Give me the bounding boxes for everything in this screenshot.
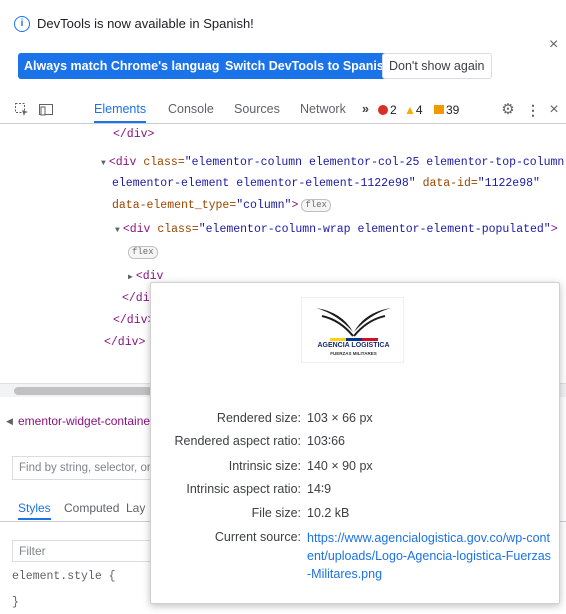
logo-subtext: FUERZAS MILITARES [330,351,377,356]
element-style-rule[interactable]: element.style { [12,570,116,583]
tag-close: > [291,199,299,212]
breadcrumb-item[interactable]: ementor-widget-containe [18,410,150,432]
inspect-element-icon[interactable] [14,102,30,118]
row-key: Rendered aspect ratio: [174,434,301,448]
attr-value: "elementor-column elementor-col-25 eleme… [184,156,565,169]
row-key: Rendered size: [216,411,301,425]
attr-name: class= [143,156,185,169]
attr-value: "column" [236,199,292,212]
warning-count-badge[interactable]: ▲4 [404,102,423,118]
switch-to-spanish-button[interactable]: Switch DevTools to Spanish [219,53,398,79]
info-icon: i [14,16,30,32]
row-value: 103∶66 [307,434,346,448]
flex-badge[interactable]: flex [301,199,331,212]
devtools-toolbar: Elements Console Sources Network » 2 ▲4 … [0,96,566,124]
row-value: 103 × 66 px [307,411,373,425]
dont-show-again-button[interactable]: Don't show again [382,53,492,79]
image-preview-tooltip: AGENCIA LOGISTICA FUERZAS MILITARES Rend… [150,282,560,604]
tag-close: > [550,223,558,236]
close-devtools-icon[interactable]: × [546,102,562,118]
closing-div-tag: </div> [104,336,146,349]
attr-name: class= [157,223,199,236]
error-count-badge[interactable]: 2 [378,102,397,118]
attr-value: "elementor-column-wrap elementor-element… [198,223,551,236]
attr-name: data-id= [422,177,478,190]
language-notification-bar: i DevTools is now available in Spanish! … [0,0,566,88]
scroll-left-icon[interactable]: ◀ [6,410,13,432]
warning-icon: ▲ [404,103,416,117]
div-open-tag: <div [108,156,137,169]
source-line: https://www.agencialogistica.gov.co/wp-c… [307,531,550,545]
row-key: Current source: [214,530,301,544]
element-style-close: } [12,596,19,609]
error-icon [378,105,388,115]
device-toolbar-icon[interactable] [38,102,54,118]
always-match-language-button[interactable]: Always match Chrome's language [18,53,233,79]
expand-triangle-icon[interactable]: ▼ [101,159,106,168]
logo-text: AGENCIA LOGISTICA [317,342,390,349]
wings-logo-icon [316,308,391,341]
row-value: 10.2 kB [307,506,350,520]
closing-div-tag: </div> [113,128,155,141]
logo-preview-image: AGENCIA LOGISTICA FUERZAS MILITARES [301,297,404,363]
image-source-link[interactable]: https://www.agencialogistica.gov.co/wp-c… [307,529,557,583]
issues-count-badge[interactable]: 39 [434,102,459,118]
row-key: Intrinsic aspect ratio: [186,482,301,496]
row-value: 140 × 90 px [307,459,373,473]
closing-div-tag: </div> [113,314,155,327]
tab-sources[interactable]: Sources [234,96,280,123]
source-line: ent/uploads/Logo-Agencia-logistica-Fuerz… [307,549,551,563]
tab-layout[interactable]: Lay [126,501,145,515]
issues-count: 39 [446,103,460,117]
source-line: -Militares.png [307,567,383,581]
div-open-tag: <div [122,223,151,236]
tab-styles[interactable]: Styles [18,501,51,520]
flex-badge[interactable]: flex [128,246,158,259]
attr-value: elementor-element elementor-element-1122… [112,177,416,190]
expand-triangle-icon[interactable]: ▼ [115,226,120,235]
warning-count: 4 [415,103,423,117]
close-icon[interactable]: × [549,36,558,54]
notification-message: DevTools is now available in Spanish! [37,16,254,31]
row-value: 14∶9 [307,482,332,496]
collapse-triangle-icon[interactable]: ▶ [128,273,133,282]
tab-console[interactable]: Console [168,96,214,123]
more-options-icon[interactable]: ⋮ [525,102,541,118]
attr-value: "1122e98" [477,177,540,190]
tab-network[interactable]: Network [300,96,346,123]
tab-computed[interactable]: Computed [64,501,119,515]
attr-name: data-element_type= [112,199,237,212]
tab-elements[interactable]: Elements [94,96,147,123]
error-count: 2 [390,103,397,117]
row-key: Intrinsic size: [228,459,301,473]
more-tabs-button[interactable]: » [362,96,369,123]
settings-gear-icon[interactable]: ⚙ [500,102,516,118]
row-key: File size: [251,506,301,520]
issues-icon [434,105,444,114]
